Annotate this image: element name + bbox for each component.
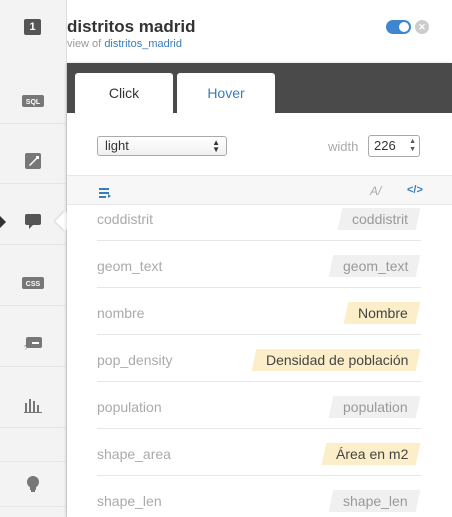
layer-visibility-toggle[interactable] bbox=[386, 20, 411, 34]
fields-toolbar: A/ </> bbox=[67, 175, 452, 205]
field-title-label: shape_len bbox=[343, 493, 408, 509]
code-icon[interactable]: </> bbox=[407, 184, 423, 196]
style-select[interactable]: light ▲ ▼ bbox=[97, 136, 227, 156]
rail-item-sql[interactable]: SQL bbox=[0, 78, 66, 124]
svg-text:SQL: SQL bbox=[26, 99, 41, 106]
rail-item-filters[interactable] bbox=[0, 382, 66, 428]
width-label: width bbox=[328, 139, 359, 154]
left-rail: 1 SQL CSS ? bbox=[0, 0, 67, 517]
field-name: shape_area bbox=[97, 446, 171, 462]
sql-icon: SQL bbox=[22, 94, 44, 107]
tab-bar: Click Hover bbox=[67, 63, 452, 113]
field-name: nombre bbox=[97, 305, 145, 321]
field-title-label: Nombre bbox=[358, 305, 408, 321]
css-icon: CSS bbox=[22, 276, 44, 289]
rail-item-legend[interactable]: ? bbox=[0, 321, 66, 367]
field-title-tag[interactable]: coddistrit bbox=[337, 208, 421, 230]
field-title-tag[interactable]: population bbox=[329, 396, 421, 418]
field-title-label: population bbox=[343, 399, 408, 415]
field-name: pop_density bbox=[97, 352, 173, 368]
rail-item-css[interactable]: CSS bbox=[0, 260, 66, 306]
subtitle-prefix: view of bbox=[67, 38, 102, 50]
width-value: 226 bbox=[374, 138, 396, 153]
field-row[interactable]: geom_text geom_text bbox=[97, 241, 421, 288]
fields-list: coddistrit coddistrit geom_text geom_textno… bbox=[97, 205, 421, 517]
infowindow-panel: Click Hover light ▲ ▼ width 226 ▲ ▼ A/ </>… bbox=[67, 63, 452, 517]
wizard-icon bbox=[25, 152, 41, 169]
source-table-link[interactable]: distritos_madrid bbox=[104, 38, 182, 50]
rail-item-wizard[interactable] bbox=[0, 138, 66, 184]
field-row[interactable]: nombre Nombre bbox=[97, 288, 421, 335]
svg-text:CSS: CSS bbox=[26, 281, 41, 288]
title-toggle-icon[interactable]: A/ bbox=[370, 184, 381, 198]
field-title-label: coddistrit bbox=[351, 211, 408, 227]
field-row[interactable]: coddistrit coddistrit bbox=[97, 205, 421, 241]
field-title-label: Densidad de población bbox=[265, 352, 408, 368]
tab-click[interactable]: Click bbox=[75, 73, 173, 113]
field-title-tag[interactable]: Área en m2 bbox=[321, 443, 421, 465]
filters-icon bbox=[24, 397, 42, 413]
field-name: geom_text bbox=[97, 258, 163, 274]
infowindow-icon bbox=[25, 214, 41, 229]
select-caret-icon: ▲ ▼ bbox=[212, 138, 220, 154]
width-input[interactable]: 226 ▲ ▼ bbox=[368, 135, 420, 157]
field-title-label: Área en m2 bbox=[335, 446, 408, 462]
layer-subtitle: view of distritos_madrid bbox=[67, 38, 182, 50]
field-title-tag[interactable]: geom_text bbox=[328, 255, 421, 277]
tab-hover[interactable]: Hover bbox=[177, 73, 275, 113]
field-row[interactable]: shape_area Área en m2 bbox=[97, 429, 421, 476]
field-title-tag[interactable]: Densidad de población bbox=[251, 349, 421, 371]
close-icon[interactable]: ✕ bbox=[415, 20, 429, 34]
svg-text:?: ? bbox=[24, 345, 28, 351]
field-name: coddistrit bbox=[97, 211, 154, 227]
rail-item-lightbulb[interactable] bbox=[0, 461, 66, 507]
legend-icon: ? bbox=[24, 336, 42, 351]
style-select-value: light bbox=[105, 138, 129, 153]
field-title-label: geom_text bbox=[342, 258, 408, 274]
field-row[interactable]: population population bbox=[97, 382, 421, 429]
lightbulb-icon bbox=[26, 476, 40, 492]
field-row[interactable]: pop_density Densidad de población bbox=[97, 335, 421, 382]
field-title-tag[interactable]: shape_len bbox=[329, 490, 421, 512]
list-icon[interactable] bbox=[99, 185, 111, 203]
layer-number-badge: 1 bbox=[24, 19, 41, 35]
field-name: population bbox=[97, 399, 162, 415]
field-row[interactable]: shape_len shape_len bbox=[97, 476, 421, 517]
layer-title: distritos madrid bbox=[67, 17, 196, 36]
field-title-tag[interactable]: Nombre bbox=[343, 302, 421, 324]
field-name: shape_len bbox=[97, 493, 162, 509]
width-stepper-icon[interactable]: ▲ ▼ bbox=[409, 138, 416, 154]
